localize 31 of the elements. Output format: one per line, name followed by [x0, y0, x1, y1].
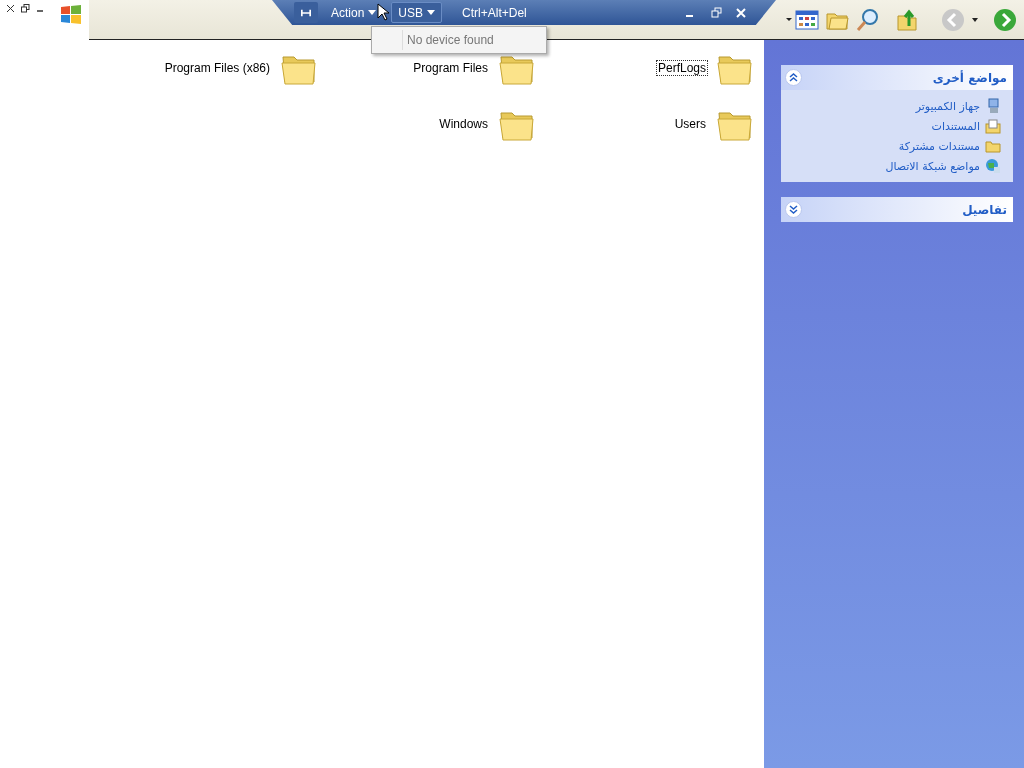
folder-name[interactable]: Users	[672, 116, 708, 132]
pin-button[interactable]	[294, 2, 318, 23]
panel-title[interactable]: تفاصيل	[962, 202, 1007, 217]
collapse-icon[interactable]	[785, 69, 802, 86]
ctrl-alt-del-button[interactable]: Ctrl+Alt+Del	[462, 5, 527, 20]
pin-icon	[301, 7, 311, 18]
panel-title[interactable]: مواضع أخرى	[932, 70, 1007, 85]
windows-logo-icon[interactable]	[59, 4, 83, 26]
place-link[interactable]: مستندات مشتركة	[898, 139, 980, 153]
close-icon[interactable]	[6, 4, 15, 13]
network-globe-icon	[985, 158, 1001, 174]
computer-icon	[985, 98, 1001, 114]
folder-name[interactable]: Windows	[437, 116, 490, 132]
restore-icon[interactable]	[21, 4, 30, 13]
folder-name[interactable]: PerfLogs	[655, 60, 708, 76]
folder-name[interactable]: Program Files	[411, 60, 490, 76]
folder-name[interactable]: Program Files (x86)	[162, 60, 272, 76]
place-link[interactable]: جهاز الكمبيوتر	[915, 99, 980, 113]
place-link[interactable]: المستندات	[931, 119, 980, 133]
dropdown-caret-icon[interactable]	[972, 17, 978, 22]
mouse-cursor-icon	[377, 3, 389, 21]
documents-folder-icon	[985, 118, 1001, 134]
caret-icon	[427, 10, 436, 15]
caret-icon	[368, 10, 377, 15]
up-folder-icon[interactable]	[896, 7, 920, 32]
search-icon[interactable]	[856, 7, 880, 32]
folder-icon	[985, 138, 1001, 154]
views-icon[interactable]	[786, 8, 820, 31]
menu-button[interactable]: USB	[391, 2, 443, 23]
place-link[interactable]: مواضع شبكة الاتصال	[885, 159, 980, 173]
expand-icon[interactable]	[785, 201, 802, 218]
